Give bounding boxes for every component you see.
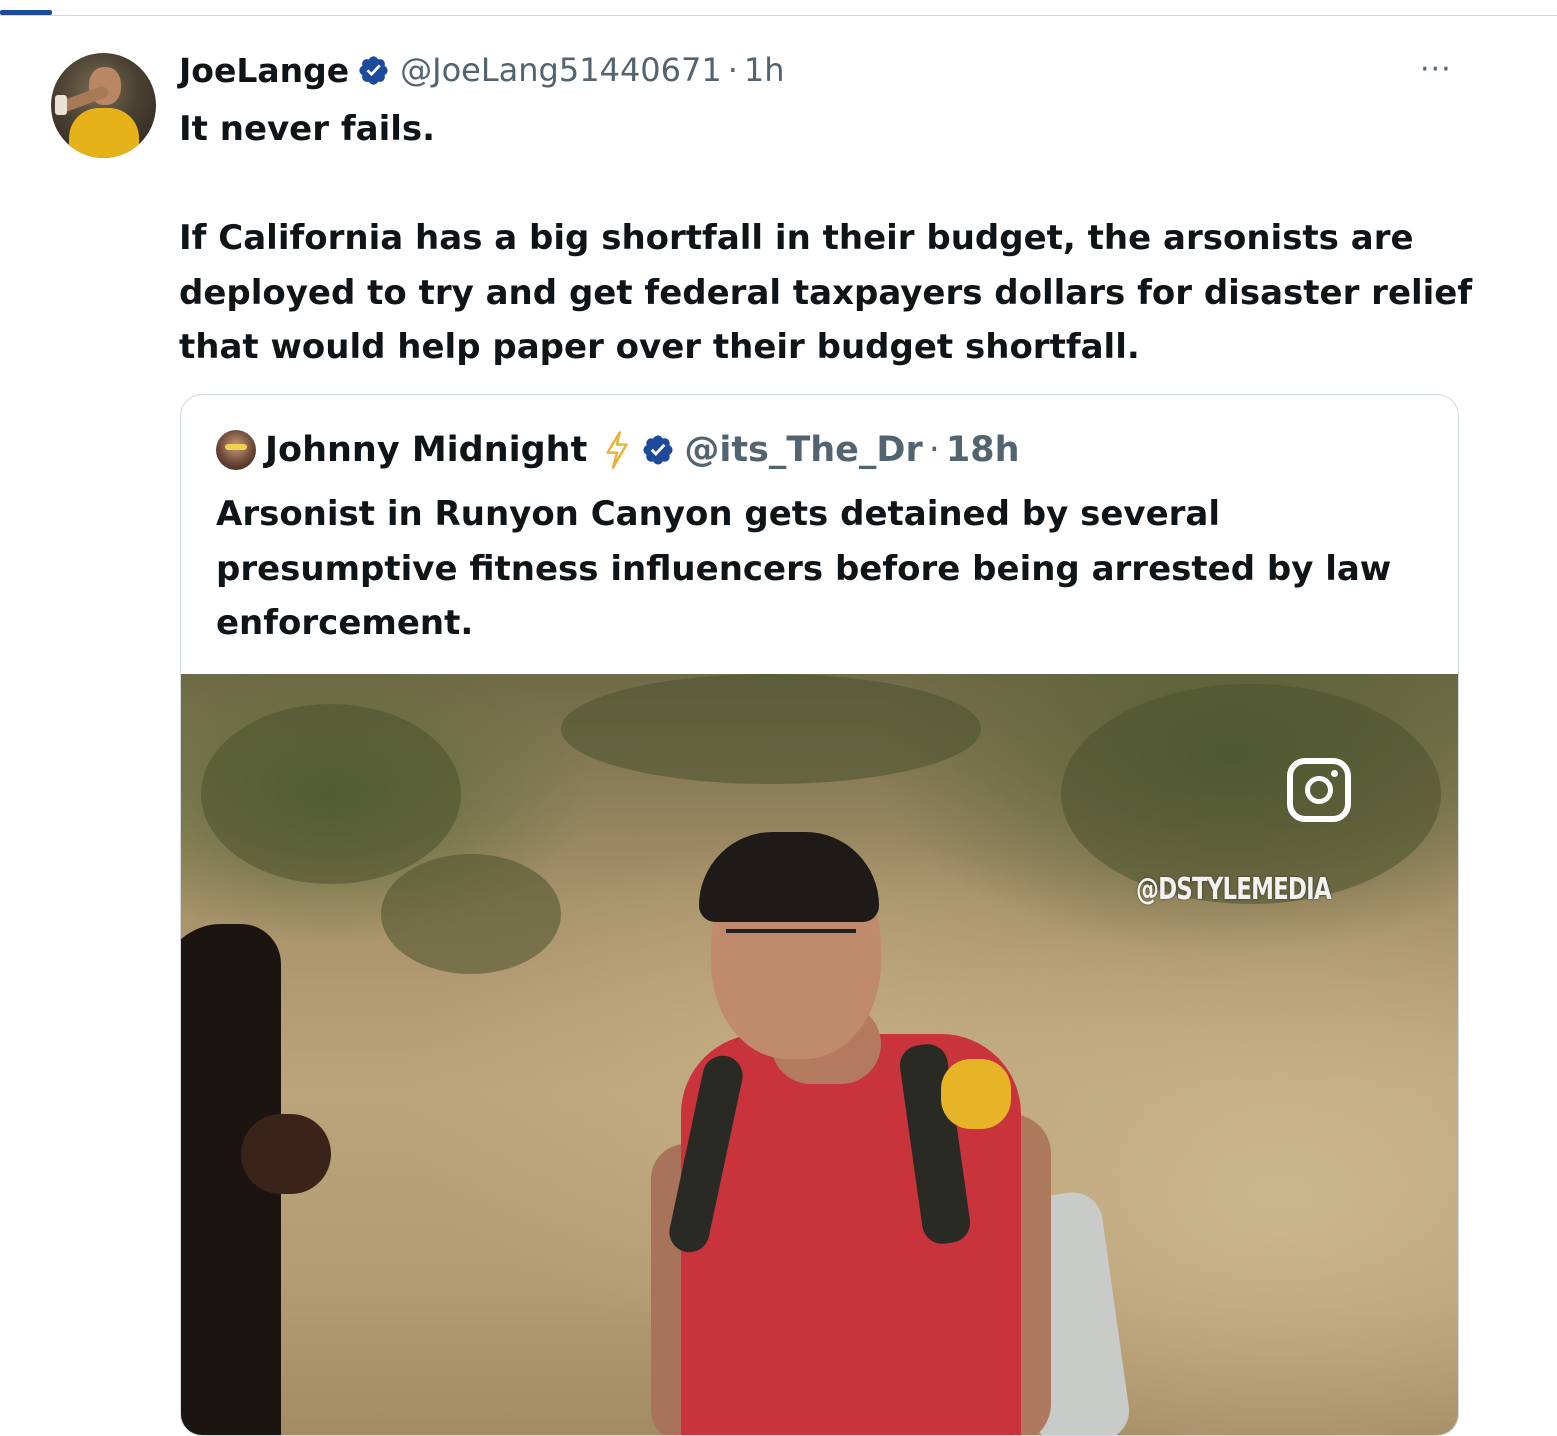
watermark: @DSTYLEMEDIA [1136,872,1332,907]
yellow-sleeve [941,1059,1011,1129]
glasses [726,929,856,963]
quoted-post-header: Johnny Midnight @its_The_Dr · 18h [216,429,1020,471]
quoted-post[interactable]: Johnny Midnight @its_The_Dr · 18h Arsoni… [180,394,1459,1436]
lightning-bolt-icon [606,431,629,469]
divider [0,15,1557,16]
quoted-author-handle[interactable]: @its_The_Dr [684,430,922,470]
quoted-author-name[interactable]: Johnny Midnight [265,430,587,470]
verified-badge-icon [643,435,673,465]
separator-dot: · [727,51,738,89]
instagram-icon [1287,758,1351,822]
quoted-avatar[interactable] [216,430,256,470]
author-handle[interactable]: @JoeLang51440671 [400,51,722,89]
separator-dot: · [928,430,940,470]
quoted-post-time[interactable]: 18h [946,430,1020,470]
beanie [699,832,879,922]
verified-badge-icon [359,55,388,85]
hand [241,1114,331,1194]
avatar[interactable] [51,53,156,158]
post-text: It never fails. If California has a big … [179,109,1473,367]
post-header: JoeLange @JoeLang51440671 · 1h [179,48,785,92]
author-name[interactable]: JoeLange [179,51,349,90]
video-thumbnail[interactable]: @DSTYLEMEDIA [181,674,1458,1435]
post-time[interactable]: 1h [744,51,785,89]
more-options-icon[interactable]: ··· [1420,52,1452,87]
quoted-post-text: Arsonist in Runyon Canyon gets detained … [216,494,1392,643]
